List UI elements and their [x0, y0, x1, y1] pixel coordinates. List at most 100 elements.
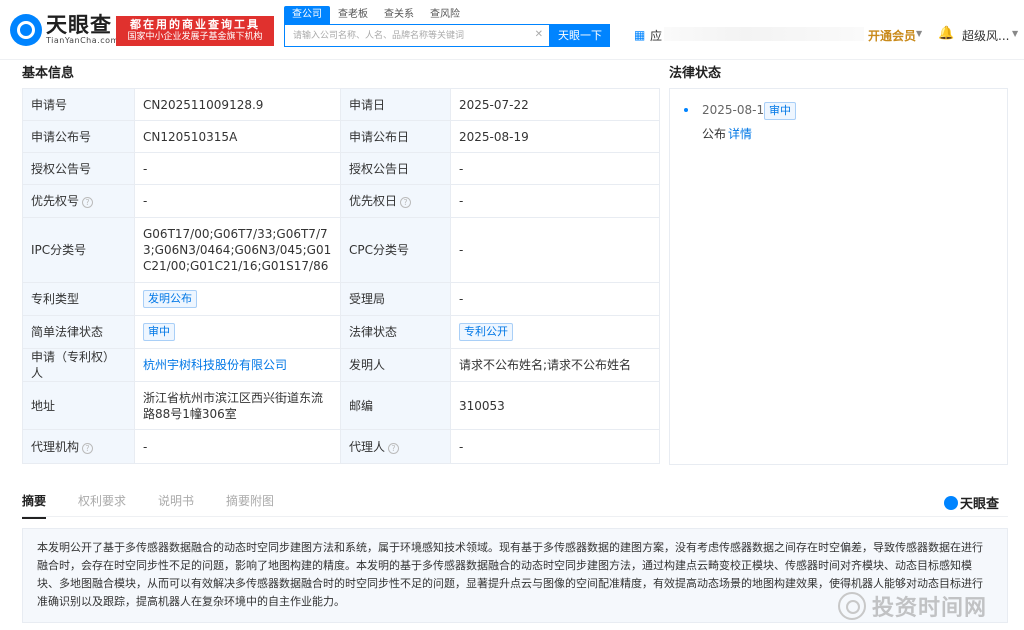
tab-abstract-figure[interactable]: 摘要附图	[226, 492, 274, 519]
legal-status-full-tag: 专利公开	[459, 323, 513, 341]
field-value: -	[134, 152, 341, 185]
field-label: 申请（专利权）人	[22, 348, 135, 382]
table-row: IPC分类号 G06T17/00;G06T7/33;G06T7/73;G06N3…	[22, 217, 660, 283]
field-label: 代理人?	[340, 429, 451, 464]
slogan-banner: 都在用的商业查询工具 国家中小企业发展子基金旗下机构	[116, 16, 274, 46]
field-label: CPC分类号	[340, 217, 451, 283]
search-tabs: 查公司 查老板 查关系 查风险	[284, 6, 468, 24]
field-label: 申请公布日	[340, 120, 451, 153]
timeline-dot	[684, 108, 688, 112]
slogan-line-2: 国家中小企业发展子基金旗下机构	[127, 32, 263, 42]
table-row: 简单法律状态 审中 法律状态 专利公开	[22, 315, 660, 349]
applicant-link[interactable]: 杭州宇树科技股份有限公司	[143, 358, 287, 372]
chevron-down-icon: ▼	[916, 29, 923, 38]
bell-icon[interactable]: 🔔	[938, 26, 954, 41]
field-value: -	[134, 429, 341, 464]
field-label: 地址	[22, 381, 135, 430]
field-value: 请求不公布姓名;请求不公布姓名	[450, 348, 660, 382]
chevron-down-icon: ▼	[1012, 29, 1019, 38]
help-icon[interactable]: ?	[82, 197, 94, 208]
field-value: -	[450, 282, 660, 316]
table-row: 优先权号? - 优先权日? -	[22, 184, 660, 218]
tab-company[interactable]: 查公司	[284, 6, 330, 24]
priority-no-label: 优先权号	[31, 194, 80, 208]
field-label: 专利类型	[22, 282, 135, 316]
field-value: -	[450, 152, 660, 185]
basic-info-title: 基本信息	[22, 66, 75, 81]
basic-info-table: 申请号 CN202511009128.9 申请日 2025-07-22 申请公布…	[22, 88, 660, 464]
tab-claims[interactable]: 权利要求	[78, 492, 126, 519]
help-icon[interactable]: ?	[82, 442, 94, 454]
field-label: 发明人	[340, 348, 451, 382]
patent-type-tag: 发明公布	[143, 290, 197, 308]
field-label: 申请公布号	[22, 120, 135, 153]
agency-label: 代理机构	[31, 439, 80, 454]
table-row: 申请（专利权）人 杭州宇树科技股份有限公司 发明人 请求不公布姓名;请求不公布姓…	[22, 348, 660, 382]
brand-mark-text: 天眼查	[960, 497, 1000, 512]
field-value: -	[450, 217, 660, 283]
priority-date-label: 优先权日	[349, 194, 398, 208]
field-label: 申请号	[22, 88, 135, 121]
logo-eye-icon	[944, 495, 958, 510]
tab-risk[interactable]: 查风险	[422, 6, 468, 24]
field-label: 授权公告号	[22, 152, 135, 185]
blurred-area	[664, 27, 864, 41]
field-label: 代理机构?	[22, 429, 135, 464]
divider	[22, 516, 1008, 517]
field-label: 法律状态	[340, 315, 451, 349]
watermark-text: 投资时间网	[872, 596, 988, 621]
field-label: 优先权日?	[340, 184, 451, 218]
watermark: 投资时间网	[838, 590, 987, 622]
field-label: 受理局	[340, 282, 451, 316]
table-row: 申请公布号 CN120510315A 申请公布日 2025-08-19	[22, 120, 660, 153]
clear-icon[interactable]: ✕	[535, 29, 543, 40]
field-value: 2025-08-19	[450, 120, 660, 153]
field-label: 优先权号?	[22, 184, 135, 218]
field-label: IPC分类号	[22, 217, 135, 283]
weibo-icon	[838, 592, 866, 620]
search-input[interactable]	[285, 25, 525, 46]
app-link[interactable]: 应	[650, 27, 662, 44]
legal-status-tag: 审中	[143, 323, 175, 341]
field-value: CN120510315A	[134, 120, 341, 153]
field-value: 310053	[450, 381, 660, 430]
tab-description[interactable]: 说明书	[158, 492, 194, 519]
field-value: CN202511009128.9	[134, 88, 341, 121]
tab-relation[interactable]: 查关系	[376, 6, 422, 24]
logo-domain: TianYanCha.com	[46, 36, 119, 45]
table-row: 授权公告号 - 授权公告日 -	[22, 152, 660, 185]
address-value: 浙江省杭州市滨江区西兴街道东流路88号1幢306室	[134, 381, 341, 430]
field-label: 申请日	[340, 88, 451, 121]
field-label: 邮编	[340, 381, 451, 430]
legal-status-badge: 审中	[764, 102, 796, 120]
legal-status-title: 法律状态	[669, 66, 722, 81]
logo-eye-icon	[10, 14, 42, 46]
slogan-line-1: 都在用的商业查询工具	[130, 18, 260, 31]
table-row: 地址 浙江省杭州市滨江区西兴街道东流路88号1幢306室 邮编 310053	[22, 381, 660, 430]
vip-button[interactable]: 开通会员	[868, 27, 916, 44]
legal-status-date: 2025-08-19	[702, 103, 772, 117]
field-label: 简单法律状态	[22, 315, 135, 349]
legal-status-panel: 2025-08-19 审中 公布 详情	[669, 88, 1008, 465]
app-grid-icon[interactable]: ▦	[634, 28, 645, 42]
help-icon[interactable]: ?	[400, 197, 412, 208]
brand-mark: 天眼查	[944, 493, 999, 512]
agent-label: 代理人	[349, 439, 386, 454]
help-icon[interactable]: ?	[388, 442, 400, 454]
search-button[interactable]: 天眼一下	[550, 24, 610, 47]
table-row: 申请号 CN202511009128.9 申请日 2025-07-22	[22, 88, 660, 121]
search-box: ✕	[284, 24, 550, 47]
table-row: 代理机构? - 代理人? -	[22, 429, 660, 464]
field-value: -	[450, 429, 660, 464]
site-logo[interactable]: 天眼查 TianYanCha.com	[10, 14, 119, 46]
user-menu[interactable]: 超级风...	[962, 27, 1009, 44]
field-label: 授权公告日	[340, 152, 451, 185]
table-row: 专利类型 发明公布 受理局 -	[22, 282, 660, 316]
ipc-value: G06T17/00;G06T7/33;G06T7/73;G06N3/0464;G…	[134, 217, 341, 283]
legal-status-desc: 公布	[702, 127, 727, 141]
legal-detail-link[interactable]: 详情	[728, 125, 752, 142]
logo-title: 天眼查	[46, 13, 112, 37]
tab-boss[interactable]: 查老板	[330, 6, 376, 24]
content-tabs: 摘要 权利要求 说明书 摘要附图	[22, 492, 306, 519]
tab-abstract[interactable]: 摘要	[22, 492, 47, 519]
